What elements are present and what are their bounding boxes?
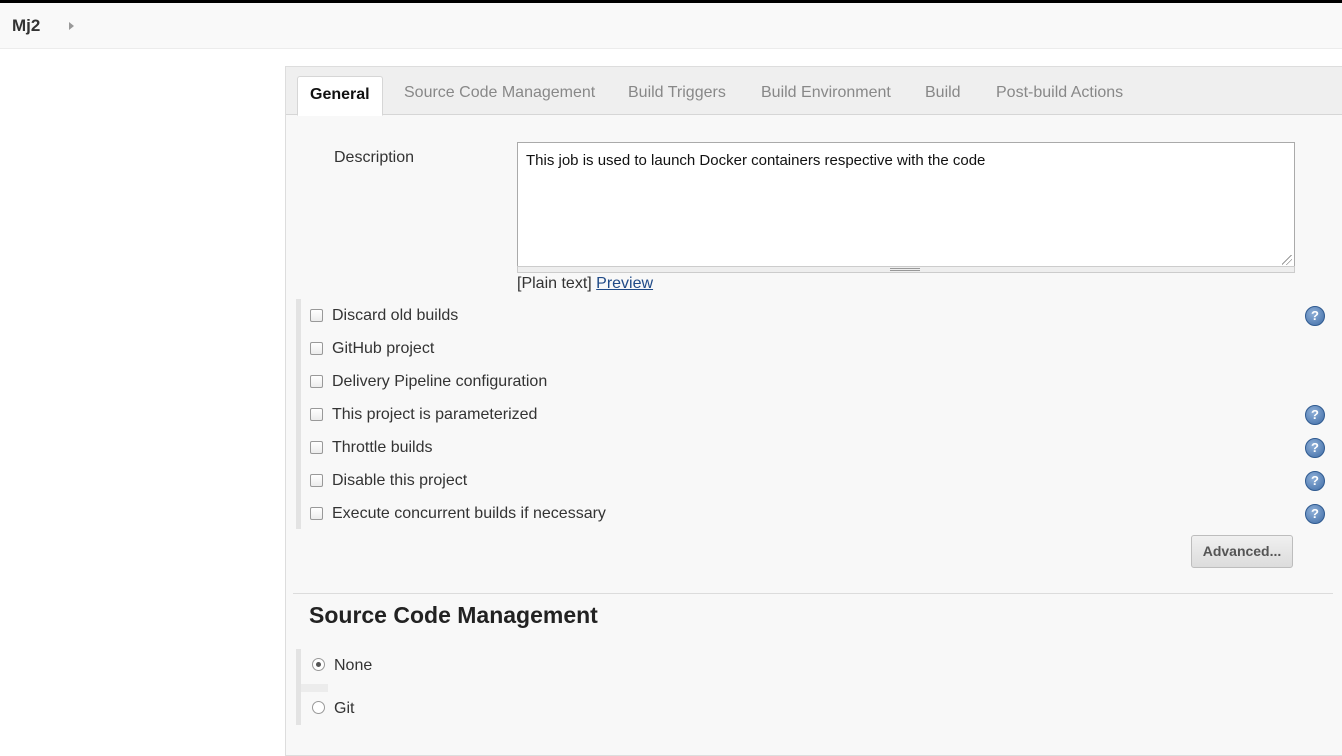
- discard-old-builds-checkbox[interactable]: [310, 309, 323, 322]
- option-label: Execute concurrent builds if necessary: [332, 505, 606, 522]
- section-divider: [293, 593, 1333, 594]
- scm-git-label: Git: [334, 700, 355, 717]
- resize-handle-icon[interactable]: [1282, 255, 1292, 265]
- chevron-right-icon[interactable]: [69, 22, 74, 30]
- tab-build-triggers[interactable]: Build Triggers: [628, 84, 726, 102]
- help-icon[interactable]: ?: [1305, 471, 1325, 491]
- concurrent-builds-checkbox[interactable]: [310, 507, 323, 520]
- tab-build[interactable]: Build: [925, 84, 961, 102]
- scm-git-radio[interactable]: [312, 701, 325, 714]
- config-panel: General Source Code Management Build Tri…: [285, 66, 1342, 756]
- throttle-builds-checkbox[interactable]: [310, 441, 323, 454]
- tab-bar: General Source Code Management Build Tri…: [286, 67, 1342, 116]
- plain-text-label: [Plain text]: [517, 275, 592, 292]
- preview-link[interactable]: Preview: [596, 275, 653, 292]
- option-label: Disable this project: [332, 472, 468, 489]
- help-icon[interactable]: ?: [1305, 306, 1325, 326]
- help-icon[interactable]: ?: [1305, 405, 1325, 425]
- breadcrumb-job-link[interactable]: Mj2: [12, 16, 40, 36]
- tab-build-environment[interactable]: Build Environment: [761, 84, 891, 102]
- help-icon[interactable]: ?: [1305, 504, 1325, 524]
- help-icon[interactable]: ?: [1305, 438, 1325, 458]
- breadcrumb: Mj2: [0, 3, 1342, 49]
- scm-none-radio[interactable]: [312, 658, 325, 671]
- format-line: [Plain text] Preview: [517, 275, 653, 293]
- advanced-button[interactable]: Advanced...: [1191, 535, 1293, 568]
- tab-general[interactable]: General: [297, 76, 383, 116]
- tab-post-build-actions[interactable]: Post-build Actions: [996, 84, 1123, 102]
- textarea-grip[interactable]: [517, 266, 1295, 273]
- scm-section-heading: Source Code Management: [309, 602, 598, 628]
- github-project-checkbox[interactable]: [310, 342, 323, 355]
- option-label: This project is parameterized: [332, 406, 538, 423]
- option-label: Discard old builds: [332, 307, 459, 324]
- option-label: Delivery Pipeline configuration: [332, 373, 548, 390]
- grip-lines-icon: [890, 268, 920, 271]
- description-label: Description: [334, 149, 415, 166]
- description-textarea[interactable]: This job is used to launch Docker contai…: [517, 142, 1295, 268]
- option-label: Throttle builds: [332, 439, 433, 456]
- delivery-pipeline-checkbox[interactable]: [310, 375, 323, 388]
- parameterized-checkbox[interactable]: [310, 408, 323, 421]
- disable-project-checkbox[interactable]: [310, 474, 323, 487]
- option-label: GitHub project: [332, 340, 435, 357]
- scm-none-label: None: [334, 657, 373, 674]
- tab-source-code-management[interactable]: Source Code Management: [404, 84, 595, 102]
- scm-separator: [301, 684, 328, 692]
- options-group-bar: [296, 299, 301, 529]
